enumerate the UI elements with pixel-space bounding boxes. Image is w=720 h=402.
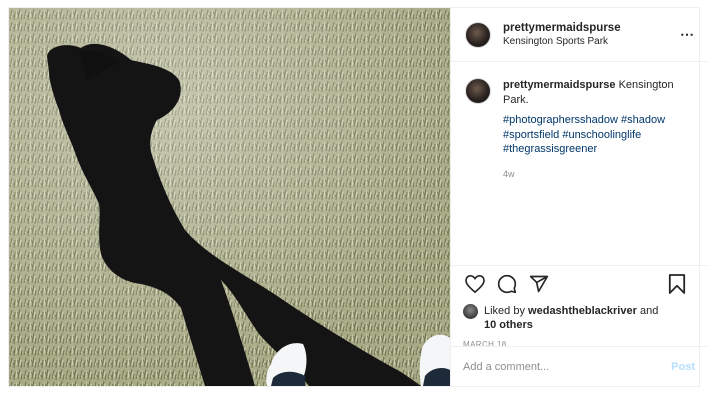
liker-avatar[interactable]: [463, 304, 478, 319]
share-icon[interactable]: [527, 272, 551, 296]
caption-username[interactable]: prettymermaidspurse: [503, 79, 616, 91]
likes-others-link[interactable]: 10 others: [484, 319, 533, 331]
post-header: prettymermaidspurse Kensington Sports Pa…: [451, 8, 707, 62]
caption-avatar[interactable]: [465, 78, 491, 104]
likes-text: Liked by wedashtheblackriver and 10 othe…: [484, 304, 658, 332]
post-sidebar: prettymermaidspurse Kensington Sports Pa…: [450, 8, 707, 386]
header-location[interactable]: Kensington Sports Park: [503, 35, 621, 49]
comment-icon[interactable]: [495, 272, 519, 296]
caption-time-ago[interactable]: 4w: [503, 167, 693, 182]
header-names: prettymermaidspurse Kensington Sports Pa…: [503, 21, 621, 49]
liker-username[interactable]: wedashtheblackriver: [528, 305, 637, 317]
hashtag-link[interactable]: #photographersshadow: [503, 114, 618, 126]
caption: prettymermaidspurse Kensington Park. #ph…: [503, 78, 693, 181]
actions-area: Liked by wedashtheblackriver and 10 othe…: [451, 265, 707, 349]
caption-section: prettymermaidspurse Kensington Park. #ph…: [451, 62, 707, 181]
likes-middle: and: [639, 305, 659, 317]
header-username[interactable]: prettymermaidspurse: [503, 21, 621, 35]
more-options-icon[interactable]: ⋯: [680, 26, 695, 43]
comment-input[interactable]: [463, 360, 672, 373]
action-icons: [451, 266, 707, 302]
hashtag-link[interactable]: #shadow: [621, 114, 665, 126]
hashtag-link[interactable]: #sportsfield: [503, 129, 559, 141]
likes-prefix: Liked by: [484, 305, 525, 317]
hashtags: #photographersshadow #shadow #sportsfiel…: [503, 113, 693, 157]
hashtag-link[interactable]: #thegrassisgreener: [503, 143, 597, 155]
heart-icon[interactable]: [463, 272, 487, 296]
hashtag-link[interactable]: #unschoolinglife: [562, 129, 641, 141]
post-photo[interactable]: [9, 8, 450, 386]
shadow-on-grass-image: [9, 8, 450, 386]
bookmark-icon[interactable]: [665, 272, 689, 296]
post-comment-button[interactable]: Post: [671, 361, 695, 373]
instagram-post: prettymermaidspurse Kensington Sports Pa…: [8, 7, 707, 387]
likes-summary: Liked by wedashtheblackriver and 10 othe…: [451, 302, 707, 332]
avatar[interactable]: [465, 21, 491, 48]
comment-box: Post: [451, 346, 707, 386]
